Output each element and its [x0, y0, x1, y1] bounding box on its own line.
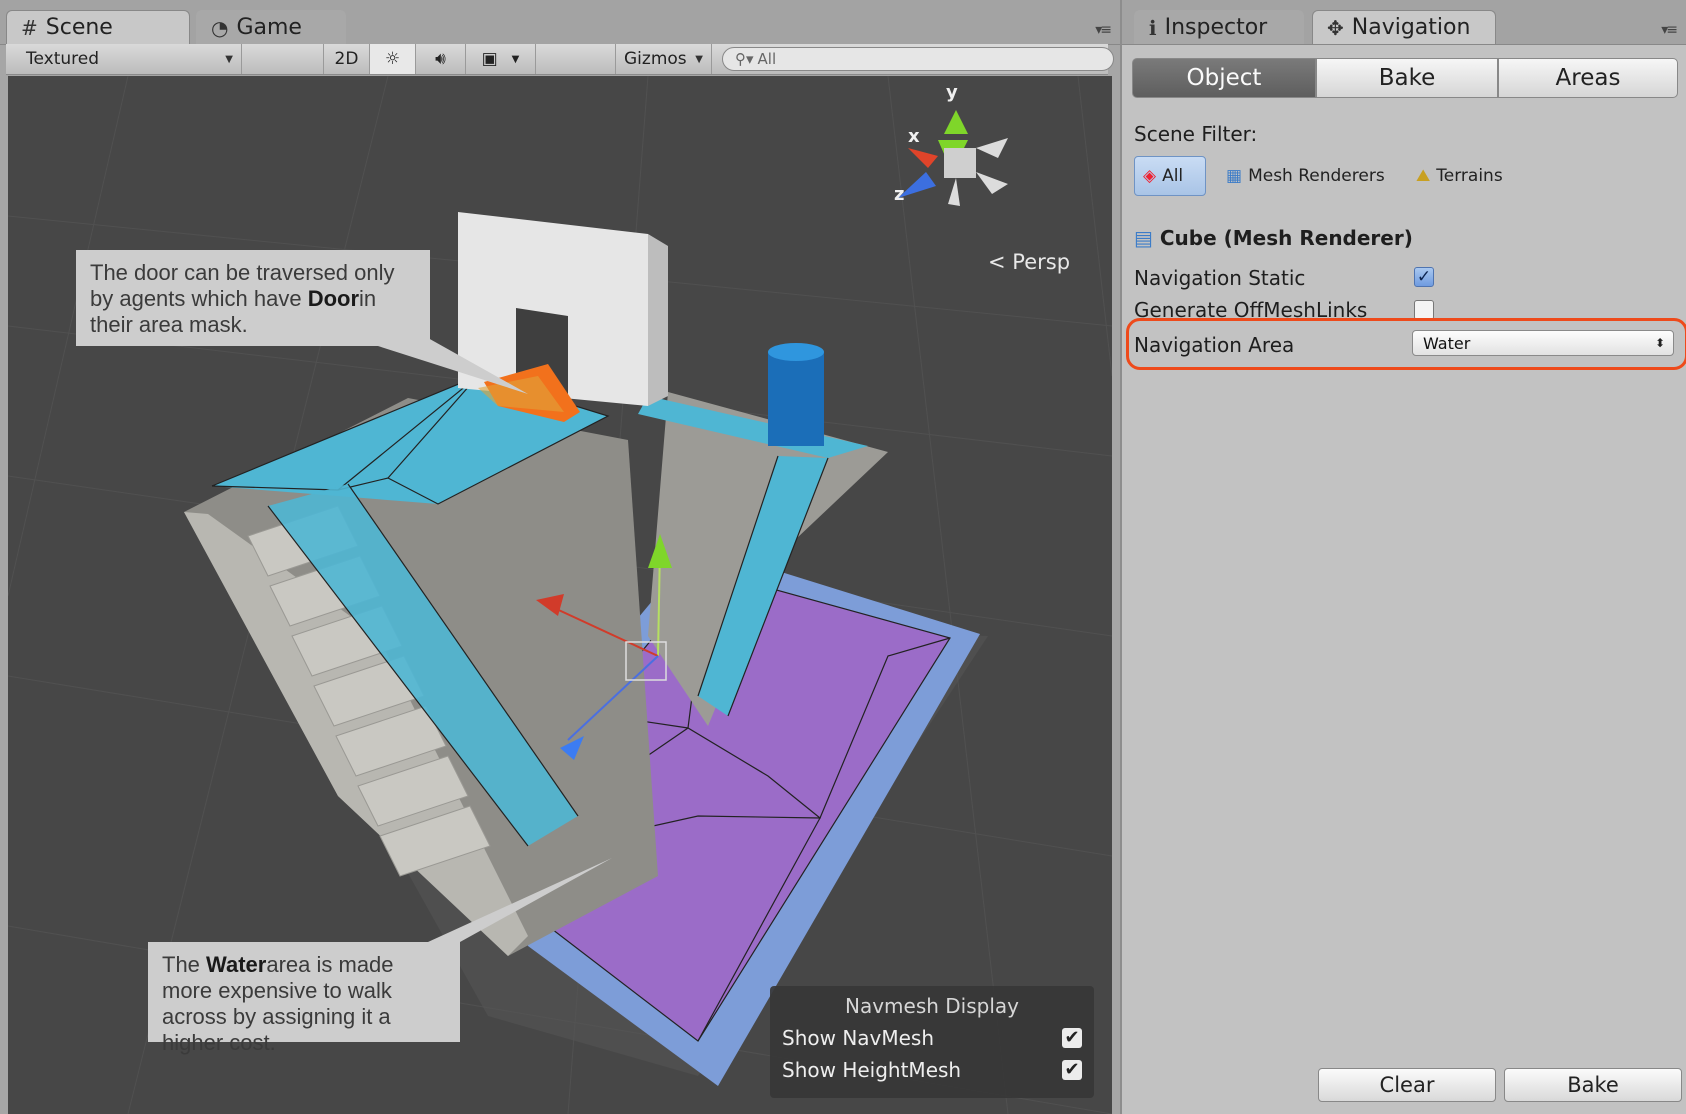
search-icon: ⚲▾ — [735, 50, 754, 68]
tab-navigation-label: Navigation — [1351, 15, 1471, 40]
mesh-renderer-icon: ▦ — [1226, 166, 1243, 186]
navigation-icon: ✥ — [1327, 15, 1344, 40]
tab-bake-label: Bake — [1378, 65, 1436, 91]
lighting-toggle-button[interactable]: ☼ — [370, 44, 416, 74]
grid-icon: # — [21, 15, 38, 40]
tab-navigation[interactable]: ✥ Navigation — [1312, 10, 1496, 44]
tab-bake[interactable]: Bake — [1316, 58, 1498, 98]
show-navmesh-checkbox[interactable]: ✔ — [1062, 1028, 1082, 1048]
tab-areas-label: Areas — [1555, 65, 1621, 91]
audio-toggle-button[interactable]: 🔊︎ — [416, 44, 466, 74]
filter-all-label: All — [1162, 166, 1184, 186]
navmesh-display-overlay: Navmesh Display Show NavMesh ✔ Show Heig… — [770, 986, 1094, 1098]
2d-label: 2D — [334, 49, 359, 69]
tab-game[interactable]: ◔ Game — [196, 10, 346, 44]
generate-offmeshlinks-checkbox[interactable] — [1414, 300, 1434, 320]
scene-tabstrip: # Scene ◔ Game ▾≡ — [0, 0, 1120, 45]
sun-icon: ☼ — [384, 49, 401, 69]
navigation-area-highlight — [1126, 318, 1686, 370]
toolbar-spacer-2 — [536, 44, 616, 74]
clear-button[interactable]: Clear — [1318, 1068, 1496, 1102]
right-tabstrip: ℹ Inspector ✥ Navigation ▾≡ — [1122, 0, 1686, 45]
filter-all-button[interactable]: ◈ All — [1134, 156, 1206, 196]
toolbar-spacer — [242, 44, 324, 74]
gizmo-y-label: y — [946, 82, 958, 103]
scene-search-input[interactable]: ⚲▾ All — [722, 47, 1114, 71]
navmesh-display-title: Navmesh Display — [844, 994, 1019, 1018]
callout-water: The Waterarea is made more expensive to … — [148, 942, 460, 1055]
tab-scene[interactable]: # Scene — [6, 10, 190, 44]
panel-menu-icon[interactable]: ▾≡ — [1095, 22, 1112, 38]
tab-inspector-label: Inspector — [1164, 15, 1268, 40]
navigation-static-checkbox[interactable]: ✓ — [1414, 267, 1434, 287]
shading-mode-dropdown[interactable]: Textured ▼ — [6, 44, 242, 74]
scene-viewport[interactable]: y x z < Persp The door can be traversed … — [8, 76, 1112, 1114]
speaker-icon: 🔊︎ — [435, 49, 446, 69]
object-title-text: Cube (Mesh Renderer) — [1159, 226, 1413, 250]
chevron-down-icon: ▼ — [511, 53, 520, 65]
tab-object[interactable]: Object — [1132, 58, 1316, 98]
chevron-down-icon: ▼ — [695, 53, 703, 65]
bake-label: Bake — [1567, 1073, 1619, 1097]
callout-water-bold: Water — [206, 952, 267, 977]
mesh-renderer-icon: ▤ — [1134, 226, 1153, 250]
clear-label: Clear — [1379, 1073, 1435, 1097]
shading-mode-value: Textured — [26, 49, 100, 69]
tab-game-label: Game — [236, 15, 302, 40]
tab-inspector[interactable]: ℹ Inspector — [1134, 10, 1304, 44]
cylinder — [768, 352, 824, 446]
filter-terrains-label: Terrains — [1436, 166, 1503, 186]
scene-filter-label: Scene Filter: — [1134, 122, 1258, 146]
pacman-icon: ◔ — [211, 15, 229, 40]
gizmos-dropdown[interactable]: Gizmos ▼ — [616, 44, 712, 74]
persp-arrow-icon: < — [988, 250, 1006, 274]
gizmo-x-label: x — [908, 126, 920, 147]
show-heightmesh-label: Show HeightMesh — [782, 1058, 962, 1082]
tab-object-label: Object — [1186, 65, 1262, 91]
filter-mesh-renderers-label: Mesh Renderers — [1248, 166, 1385, 186]
callout-door-bold: Door — [307, 286, 360, 311]
gizmos-label: Gizmos — [624, 49, 687, 69]
persp-label: Persp — [1012, 250, 1071, 274]
projection-toggle[interactable]: < Persp — [988, 250, 1070, 274]
orientation-gizmo — [898, 110, 1008, 206]
terrain-icon: ⛰ — [1416, 166, 1431, 186]
show-heightmesh-checkbox[interactable]: ✔ — [1062, 1060, 1082, 1080]
panel-menu-icon[interactable]: ▾≡ — [1661, 22, 1678, 38]
image-icon: ▣ — [481, 49, 498, 69]
tab-scene-label: Scene — [45, 15, 113, 40]
cube-icon: ◈ — [1143, 166, 1157, 186]
gizmo-z-label: z — [894, 184, 905, 205]
bake-button[interactable]: Bake — [1504, 1068, 1682, 1102]
scene-toolbar: Textured ▼ 2D ☼ 🔊︎ ▣ ▼ Gizmos ▼ ⚲▾ All — [6, 44, 1114, 75]
show-navmesh-label: Show NavMesh — [782, 1026, 935, 1050]
2d-toggle-button[interactable]: 2D — [324, 44, 370, 74]
search-placeholder: All — [757, 50, 777, 68]
effects-dropdown[interactable]: ▣ ▼ — [466, 44, 536, 74]
chevron-down-icon: ▼ — [225, 53, 233, 65]
callout-door: The door can be traversed only by agents… — [76, 250, 430, 346]
object-title: ▤ Cube (Mesh Renderer) — [1134, 226, 1413, 250]
tab-areas[interactable]: Areas — [1498, 58, 1678, 98]
callout-water-text-1: The — [162, 952, 207, 977]
info-icon: ℹ — [1149, 15, 1157, 40]
scene-panel: # Scene ◔ Game ▾≡ Textured ▼ 2D ☼ 🔊︎ ▣ ▼… — [0, 0, 1120, 1114]
navigation-static-label: Navigation Static — [1134, 266, 1306, 290]
filter-mesh-renderers-button[interactable]: ▦ Mesh Renderers — [1218, 156, 1393, 196]
filter-terrains-button[interactable]: ⛰ Terrains — [1408, 156, 1511, 196]
navigation-panel: ℹ Inspector ✥ Navigation ▾≡ Object Bake … — [1120, 0, 1686, 1114]
